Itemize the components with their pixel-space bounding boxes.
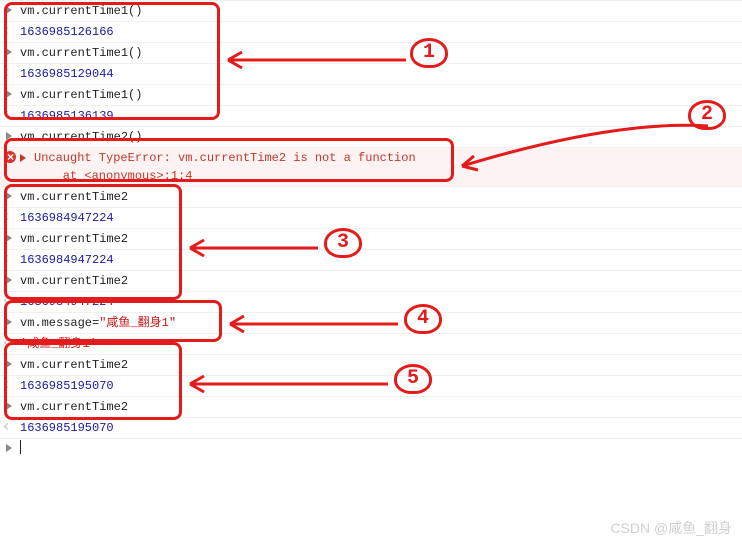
console-output-value: 1636985129044	[20, 65, 114, 83]
console-error-text: Uncaught TypeError: vm.currentTime2 is n…	[34, 149, 416, 185]
console-input-code: vm.currentTime2	[20, 272, 128, 290]
console-output-row: 1636985195070	[0, 417, 742, 438]
console-input-row: vm.currentTime2	[0, 270, 742, 291]
error-expand-icon[interactable]	[20, 154, 26, 162]
console-output-row: 1636984947224	[0, 291, 742, 312]
console-input-code: vm.currentTime2	[20, 398, 128, 416]
console-output-value: '咸鱼_翻身1'	[20, 335, 97, 353]
console-output-row: '咸鱼_翻身1'	[0, 333, 742, 354]
console-input-row: vm.currentTime2()	[0, 126, 742, 147]
console-output-value: 1636985136139	[20, 107, 114, 125]
console-prompt-input[interactable]	[21, 440, 521, 458]
console-output-row: 1636985195070	[0, 375, 742, 396]
console-output-row: 1636985129044	[0, 63, 742, 84]
devtools-console: vm.currentTime1() 1636985126166 vm.current…	[0, 0, 742, 459]
console-input-code: vm.currentTime2	[20, 356, 128, 374]
console-output-value: 1636984947224	[20, 251, 114, 269]
console-error-row: Uncaught TypeError: vm.currentTime2 is n…	[0, 147, 742, 186]
console-input-row: vm.currentTime1()	[0, 0, 742, 21]
console-input-code: vm.currentTime1()	[20, 86, 142, 104]
console-output-value: 1636984947224	[20, 293, 114, 311]
console-input-code: vm.currentTime2()	[20, 128, 142, 146]
console-output-row: 1636984947224	[0, 207, 742, 228]
console-input-code: vm.currentTime2	[20, 188, 128, 206]
console-prompt-row[interactable]	[0, 438, 742, 459]
console-output-row: 1636985126166	[0, 21, 742, 42]
assign-value: "咸鱼_翻身1"	[99, 314, 176, 332]
console-output-row: 1636984947224	[0, 249, 742, 270]
console-input-row: vm.currentTime1()	[0, 84, 742, 105]
console-output-value: 1636985195070	[20, 377, 114, 395]
console-input-code: vm.currentTime2	[20, 230, 128, 248]
console-output-row: 1636985136139	[0, 105, 742, 126]
console-output-value: 1636984947224	[20, 209, 114, 227]
console-input-code: vm.currentTime1()	[20, 44, 142, 62]
console-input-row: vm.currentTime1()	[0, 42, 742, 63]
console-input-row: vm.currentTime2	[0, 228, 742, 249]
console-input-code: vm.currentTime1()	[20, 2, 142, 20]
console-input-row: vm.currentTime2	[0, 396, 742, 417]
console-output-value: 1636985126166	[20, 23, 114, 41]
console-output-value: 1636985195070	[20, 419, 114, 437]
assign-target: vm.message=	[20, 314, 99, 332]
console-input-row: vm.currentTime2	[0, 354, 742, 375]
watermark: CSDN @咸鱼_翻身	[610, 518, 732, 538]
console-input-row: vm.message="咸鱼_翻身1"	[0, 312, 742, 333]
console-input-row: vm.currentTime2	[0, 186, 742, 207]
